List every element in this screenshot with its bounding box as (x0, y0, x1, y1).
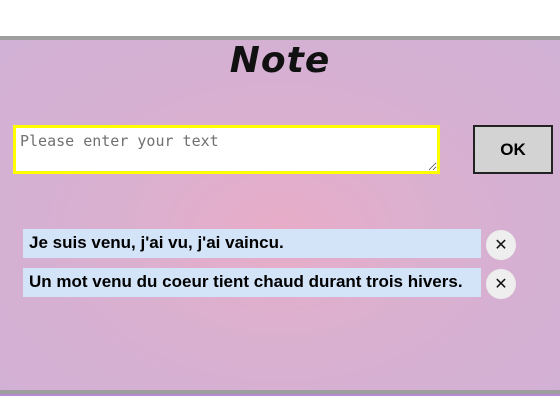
close-icon: ✕ (494, 274, 508, 293)
note-text: Je suis venu, j'ai vu, j'ai vaincu. (23, 229, 481, 258)
delete-note-button[interactable]: ✕ (486, 230, 516, 260)
ok-button[interactable]: OK (473, 125, 553, 174)
delete-note-button[interactable]: ✕ (486, 269, 516, 299)
bottom-divider (0, 394, 560, 396)
note-text: Un mot venu du coeur tient chaud durant … (23, 268, 481, 297)
note-text-input[interactable] (13, 125, 440, 174)
note-item: Je suis venu, j'ai vu, j'ai vaincu. ✕ (23, 229, 523, 260)
note-item: Un mot venu du coeur tient chaud durant … (23, 268, 523, 299)
page-title: Note (229, 40, 331, 81)
close-icon: ✕ (494, 235, 508, 254)
note-app-panel (0, 36, 560, 394)
notes-list: Je suis venu, j'ai vu, j'ai vaincu. ✕ Un… (23, 229, 523, 307)
